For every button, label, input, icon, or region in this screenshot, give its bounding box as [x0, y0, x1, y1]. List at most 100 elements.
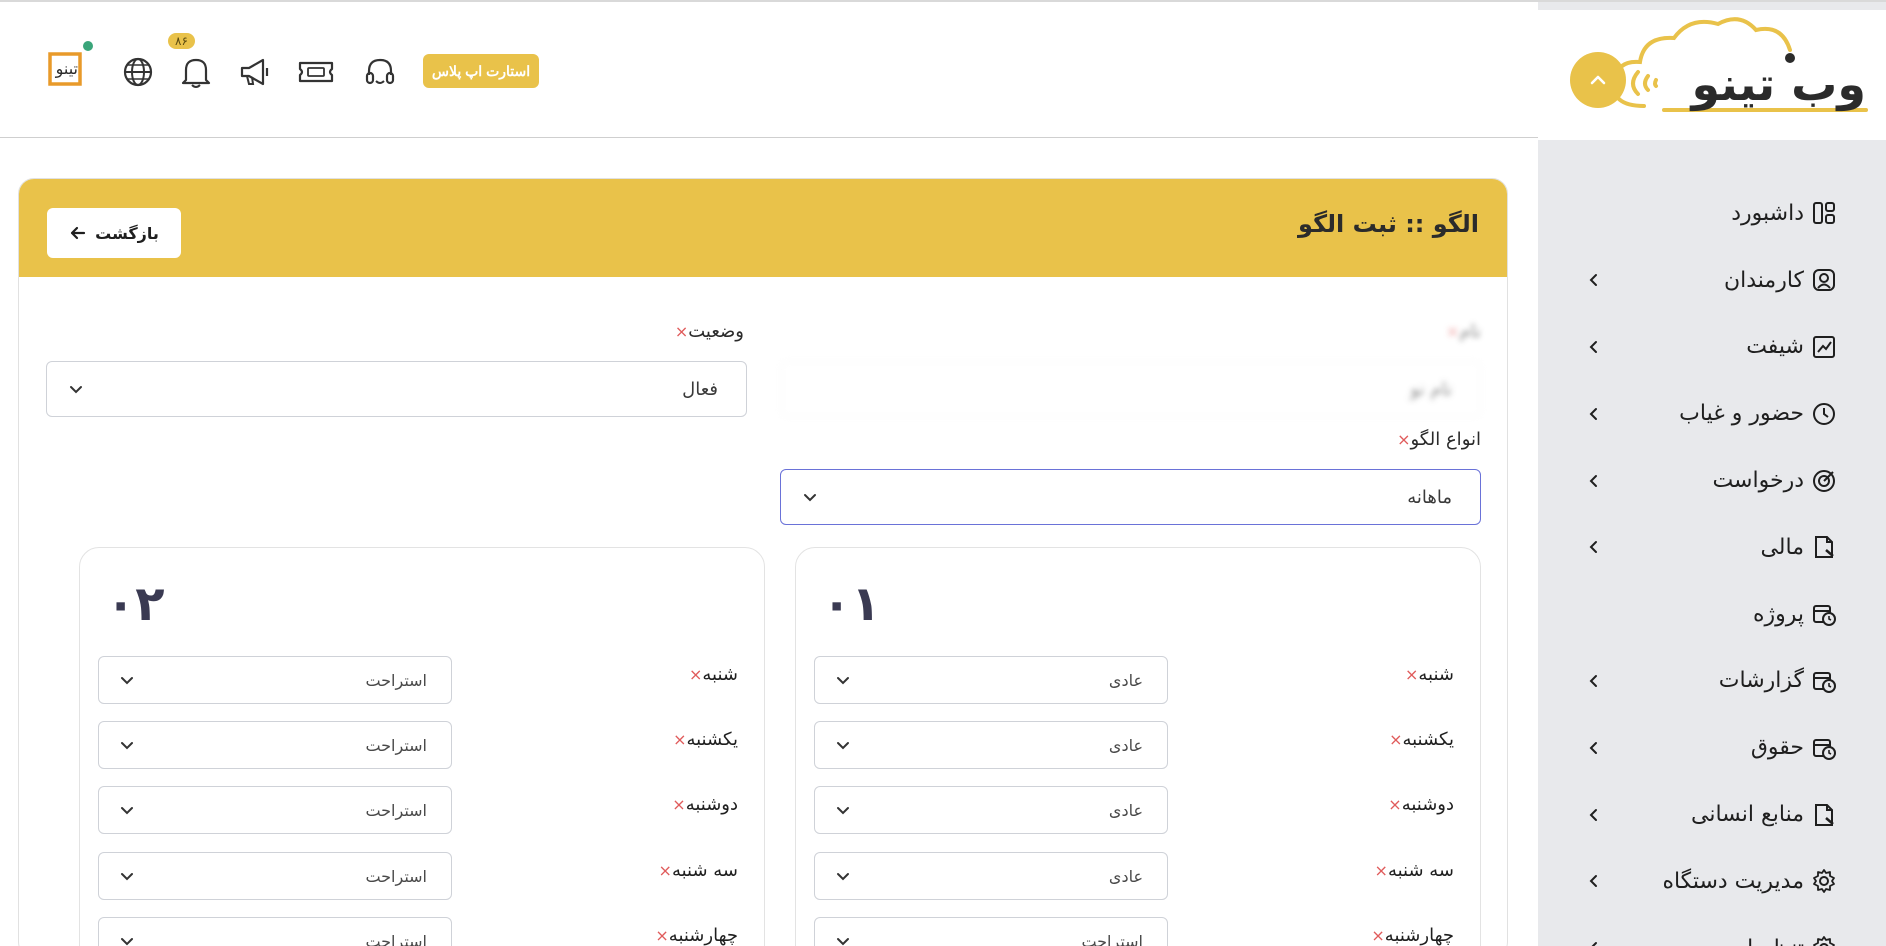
chevron-left-icon [1589, 541, 1597, 554]
day-type-value: استراحت [365, 800, 427, 820]
brand-logo[interactable]: وب تینو [1604, 14, 1874, 124]
day-type-select[interactable]: استراحت [98, 917, 452, 946]
day-row-sunday: یکشنبه× عادی [814, 721, 1454, 769]
chevron-left-icon [1589, 741, 1597, 754]
status-value: فعال [682, 378, 718, 400]
sidebar-item-label: حضور و غیاب [1679, 401, 1804, 427]
gear-icon [1810, 867, 1838, 895]
sidebar-item-label: مدیریت دستگاه [1662, 868, 1804, 894]
chevron-down-icon [121, 677, 133, 685]
day-row-wednesday: چهارشنبه× استراحت [814, 917, 1454, 946]
day-label: شنبه [1418, 664, 1454, 685]
week-panel-02: ۰۲ شنبه× استراحت یکشنبه× استراحت دوشنبه×… [79, 547, 765, 946]
startup-plus-badge[interactable]: استارت اپ پلاس [423, 54, 539, 88]
chevron-left-icon [1591, 942, 1597, 946]
calendar-clock-icon [1810, 600, 1838, 628]
sidebar-item-attendance[interactable]: حضور و غیاب [1538, 380, 1886, 447]
chevron-down-icon [837, 807, 849, 815]
sidebar-item-shift[interactable]: شیفت [1538, 314, 1886, 381]
day-label: دوشنبه [685, 794, 738, 815]
file-icon [1810, 801, 1838, 829]
pattern-type-select[interactable]: ماهانه [780, 469, 1481, 525]
week-number: ۰۲ [106, 576, 165, 632]
logo-text: وب تینو [1690, 57, 1867, 111]
top-header: استارت اپ پلاس ۸۶ تینو [0, 2, 1538, 138]
layout-icon [1810, 199, 1838, 227]
day-type-select[interactable]: عادی [814, 786, 1168, 834]
chevron-left-icon [1589, 808, 1597, 821]
day-label: چهارشنبه [668, 925, 738, 946]
gear-icon [1810, 934, 1838, 946]
card-header: الگو :: ثبت الگو بازگشت [19, 179, 1507, 277]
sidebar-logo-area: وب تینو [1538, 10, 1886, 140]
sidebar-item-request[interactable]: درخواست [1538, 447, 1886, 514]
back-button[interactable]: بازگشت [47, 208, 181, 258]
chevron-left-icon [1589, 407, 1597, 420]
chevron-down-icon [837, 677, 849, 685]
day-type-value: عادی [1108, 866, 1143, 886]
sidebar-item-reports[interactable]: گزارشات [1538, 648, 1886, 715]
day-type-select[interactable]: عادی [814, 656, 1168, 704]
sidebar-item-label: مالی [1760, 534, 1804, 560]
day-type-value: استراحت [365, 670, 427, 690]
chevron-up-icon [1590, 75, 1606, 85]
chevron-down-icon [70, 386, 82, 394]
ticket-icon[interactable] [296, 52, 336, 92]
sidebar-item-label: حقوق [1750, 735, 1804, 761]
sidebar-item-employees[interactable]: کارمندان [1538, 247, 1886, 314]
day-type-select[interactable]: استراحت [98, 852, 452, 900]
headset-icon[interactable] [360, 52, 400, 92]
day-label: سه شنبه [671, 860, 738, 881]
notification-count-badge: ۸۶ [168, 33, 195, 49]
sidebar-item-label: داشبورد [1731, 200, 1804, 226]
sidebar-item-finance[interactable]: مالی [1538, 514, 1886, 581]
name-label: نام× [1445, 321, 1481, 342]
chevron-down-icon [837, 938, 849, 946]
status-select[interactable]: فعال [46, 361, 747, 417]
sidebar: وب تینو داشبورد کارمندان شیفت حضور و غیا… [1538, 2, 1886, 946]
chevron-down-icon [121, 807, 133, 815]
day-label: چهارشنبه [1384, 925, 1454, 946]
sidebar-item-label: درخواست [1712, 468, 1804, 494]
day-type-select[interactable]: عادی [814, 852, 1168, 900]
user-avatar[interactable]: تینو [44, 40, 98, 90]
day-type-select[interactable]: عادی [814, 721, 1168, 769]
chevron-left-icon [1589, 875, 1597, 888]
day-type-select[interactable]: استراحت [98, 786, 452, 834]
chevron-down-icon [837, 742, 849, 750]
sidebar-collapse-button[interactable] [1570, 52, 1626, 108]
day-label: یکشنبه [686, 729, 738, 750]
required-mark: × [674, 322, 689, 341]
chevron-down-icon [804, 494, 816, 502]
status-label: وضعیت× [674, 321, 744, 342]
day-type-select[interactable]: استراحت [98, 721, 452, 769]
chevron-down-icon [121, 742, 133, 750]
day-type-value: استراحت [1081, 931, 1143, 946]
name-input[interactable]: نام نو [781, 361, 1481, 417]
bell-icon[interactable] [176, 52, 216, 92]
sidebar-item-project[interactable]: پروژه [1538, 581, 1886, 648]
week-number: ۰۱ [822, 576, 881, 632]
sidebar-item-salary[interactable]: حقوق [1538, 714, 1886, 781]
sidebar-item-hr[interactable]: منابع انسانی [1538, 781, 1886, 848]
user-icon [1810, 266, 1838, 294]
day-row-wednesday: چهارشنبه× استراحت [98, 917, 738, 946]
file-icon [1810, 533, 1838, 561]
globe-icon[interactable] [118, 52, 158, 92]
day-type-select[interactable]: استراحت [814, 917, 1168, 946]
chevron-down-icon [121, 938, 133, 946]
sidebar-nav: داشبورد کارمندان شیفت حضور و غیاب درخواس… [1538, 180, 1886, 946]
day-type-value: عادی [1108, 670, 1143, 690]
week-panel-01: ۰۱ شنبه× عادی یکشنبه× عادی دوشنبه× عادی … [795, 547, 1481, 946]
day-type-select[interactable]: استراحت [98, 656, 452, 704]
day-type-value: استراحت [365, 866, 427, 886]
pattern-form-card: الگو :: ثبت الگو بازگشت وضعیت× فعال نام×… [18, 178, 1508, 946]
chevron-left-icon [1589, 474, 1597, 487]
pattern-type-label: انواع الگو× [1397, 429, 1481, 450]
day-row-saturday: شنبه× استراحت [98, 656, 738, 704]
megaphone-icon[interactable] [234, 52, 274, 92]
sidebar-item-label: گزارشات [1718, 668, 1804, 694]
sidebar-item-dashboard[interactable]: داشبورد [1538, 180, 1886, 247]
sidebar-item-device-management[interactable]: مدیریت دستگاه [1538, 848, 1886, 915]
sidebar-item-settings[interactable]: تنظیمات [1538, 915, 1886, 946]
